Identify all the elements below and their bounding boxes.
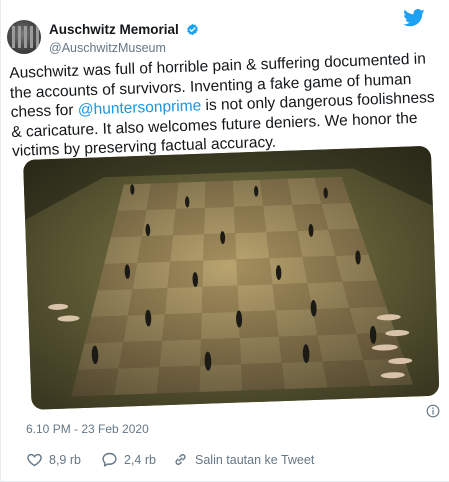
tweet-card: Auschwitz Memorial @AuschwitzMuseum Ausc… — [0, 0, 449, 482]
share-link-icon — [175, 454, 186, 465]
copy-link-button[interactable]: Salin tautan ke Tweet — [172, 451, 314, 468]
tweet-timestamp[interactable]: 6.10 PM - 23 Feb 2020 — [26, 422, 149, 436]
tweet-media-image[interactable] — [23, 145, 440, 410]
display-name[interactable]: Auschwitz Memorial — [49, 22, 199, 37]
avatar[interactable] — [7, 20, 41, 54]
mention-link[interactable]: @huntersonprime — [78, 97, 202, 118]
tweet-text: Auschwitz was full of horrible pain & su… — [9, 49, 437, 161]
chessboard-scene-image — [23, 145, 440, 410]
reply-button[interactable]: 2,4 rb — [101, 451, 156, 468]
verified-badge-icon — [186, 23, 198, 36]
display-name-text[interactable]: Auschwitz Memorial — [49, 22, 179, 37]
copy-link-label: Salin tautan ke Tweet — [195, 452, 315, 467]
like-button[interactable]: 8,9 rb — [26, 451, 81, 468]
account-handle[interactable]: @AuschwitzMuseum — [49, 41, 166, 55]
like-count: 8,9 rb — [49, 452, 81, 467]
reply-icon — [102, 452, 117, 467]
reply-count: 2,4 rb — [124, 452, 156, 467]
twitter-bird-icon[interactable] — [403, 9, 425, 27]
info-icon[interactable] — [426, 404, 440, 418]
heart-icon — [27, 453, 42, 467]
